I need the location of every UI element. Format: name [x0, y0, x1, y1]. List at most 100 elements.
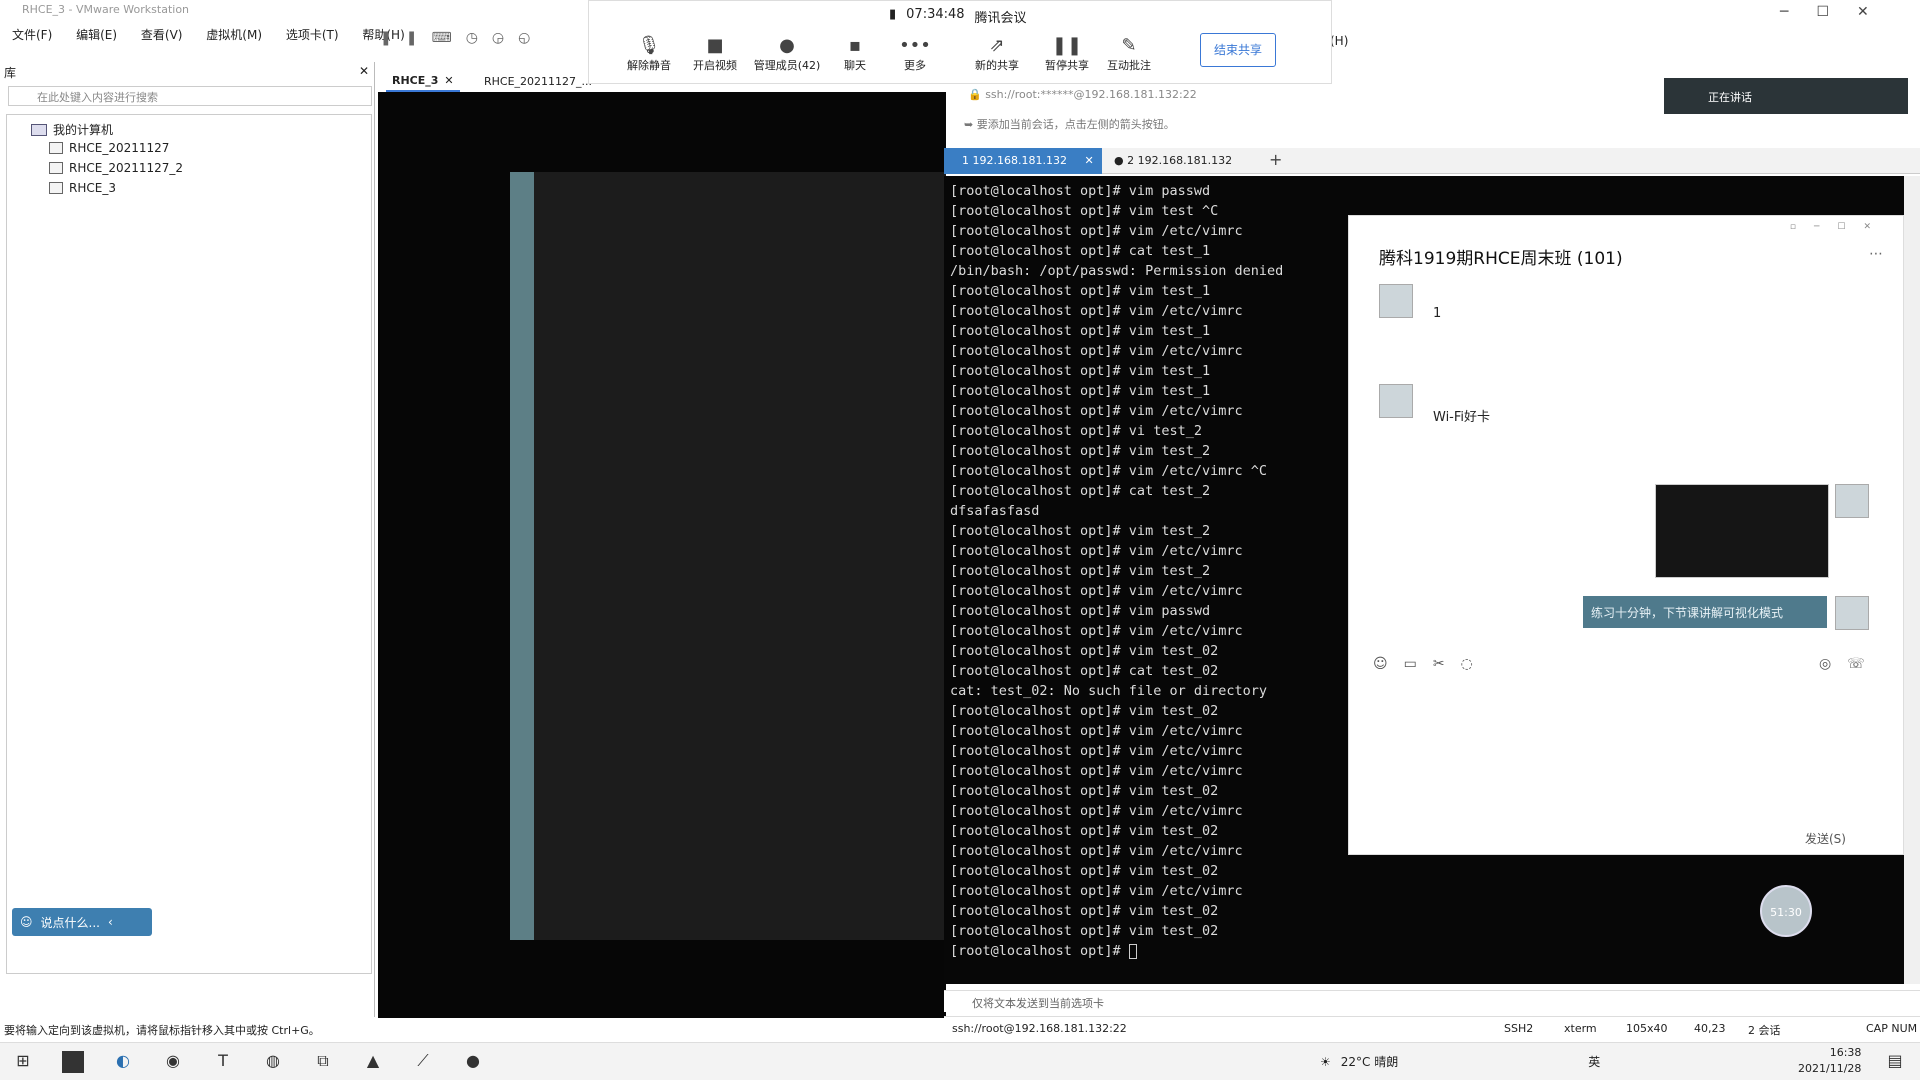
library-header: 库 ✕ — [0, 64, 375, 82]
compose-bar[interactable]: 仅将文本发送到当前选项卡 — [944, 990, 1920, 1012]
add-tab-icon[interactable]: + — [1269, 150, 1282, 169]
tree-root[interactable]: 我的计算机 — [31, 121, 113, 138]
folder-icon[interactable]: ▭ — [1404, 656, 1433, 672]
meeting-app-name: 腾讯会议 — [974, 11, 1027, 26]
pause-share-button[interactable]: ❚❚ 暂停共享 — [1037, 35, 1097, 73]
timer-badge[interactable]: 51:30 — [1760, 885, 1812, 937]
snapshot-icon[interactable]: ◷ — [466, 30, 492, 46]
send-button[interactable]: 发送(S) — [1805, 830, 1846, 847]
tab-rhce-3[interactable]: RHCE_3 ✕ — [386, 70, 460, 92]
revert-snapshot-icon[interactable]: ◶ — [492, 30, 518, 46]
library-tree: 我的计算机 RHCE_20211127 RHCE_20211127_2 RHCE… — [6, 114, 372, 974]
computer-icon — [31, 123, 47, 136]
microphone-icon: 🎙 — [637, 35, 661, 56]
tab-rhce-20211127[interactable]: RHCE_20211127_... — [478, 70, 598, 92]
phone-icon[interactable]: ☏ — [1847, 656, 1881, 672]
chat-message: 1 — [1433, 306, 1442, 321]
session-tab-1[interactable]: 1 192.168.181.132 ✕ — [944, 148, 1102, 174]
scissors-icon[interactable]: ✂ — [1433, 656, 1461, 672]
tab-label: RHCE_3 — [392, 73, 439, 87]
clock-date: 2021/11/28 — [1798, 1062, 1862, 1075]
close-icon[interactable]: ✕ — [1857, 4, 1897, 20]
photos-icon[interactable]: ▲ — [362, 1051, 384, 1073]
chat-image[interactable] — [1655, 484, 1829, 578]
minimize-icon[interactable]: ─ — [1780, 4, 1816, 20]
chat-window-controls[interactable]: ▫─☐✕ — [1790, 222, 1889, 232]
tab-close-icon[interactable]: ✕ — [444, 74, 453, 87]
camera-icon[interactable]: ◎ — [1819, 656, 1847, 672]
pause-icon: ❚❚ — [1051, 35, 1083, 56]
pause-vm-icon[interactable]: ❚❚ — [380, 30, 431, 46]
more-button[interactable]: ••• 更多 — [885, 35, 945, 73]
window-controls[interactable]: ─☐✕ — [1780, 4, 1897, 20]
tab-label: RHCE_20211127_... — [484, 74, 593, 88]
say-something-button[interactable]: ☺ 说点什么... ‹ — [12, 908, 152, 936]
menu-help-extra[interactable]: (H) — [1330, 34, 1348, 48]
tree-item[interactable]: RHCE_20211127_2 — [49, 161, 183, 175]
library-close-icon[interactable]: ✕ — [359, 64, 369, 78]
end-share-button[interactable]: 结束共享 — [1200, 33, 1276, 67]
hint-text: 要添加当前会话，点击左侧的箭头按钮。 — [976, 118, 1175, 131]
vm-screen — [510, 172, 946, 940]
menu-view[interactable]: 查看(V) — [141, 26, 183, 43]
menu-vm[interactable]: 虚拟机(M) — [206, 26, 262, 43]
avatar — [1379, 384, 1413, 418]
terminal-line: [root@localhost opt]# vim /etc/vimrc — [950, 883, 1243, 899]
menu-edit[interactable]: 编辑(E) — [76, 26, 117, 43]
status-size: 105x40 — [1626, 1022, 1668, 1035]
meeting-time: 07:34:48 — [906, 7, 965, 22]
vm-screen-sidebar — [510, 172, 534, 940]
menu-file[interactable]: 文件(F) — [12, 26, 52, 43]
meeting-icon[interactable]: ● — [462, 1051, 484, 1073]
more-icon: ••• — [899, 35, 931, 56]
menu-tabs[interactable]: 选项卡(T) — [286, 26, 339, 43]
terminal-line: [root@localhost opt]# vim test_02 — [950, 923, 1219, 939]
vmware-icon[interactable]: ⧉ — [312, 1051, 334, 1073]
session-tab-label: 1 192.168.181.132 — [962, 154, 1067, 167]
app-icon[interactable] — [62, 1051, 84, 1073]
manage-members-button[interactable]: ● 管理成员(42) — [751, 35, 823, 73]
vm-icon — [49, 142, 63, 154]
annotate-label: 互动批注 — [1107, 59, 1151, 72]
lock-icon: 🔒 — [968, 88, 982, 101]
edge-icon[interactable]: ◐ — [112, 1051, 134, 1073]
app-icon[interactable]: ◍ — [262, 1051, 284, 1073]
start-video-button[interactable]: ■ 开启视频 — [685, 35, 745, 73]
tree-root-label: 我的计算机 — [53, 123, 114, 137]
chat-label: 聊天 — [844, 59, 866, 72]
library-search-input[interactable]: 在此处键入内容进行搜索 — [8, 86, 372, 106]
taskbar-clock[interactable]: 16:38 2021/11/28 — [1798, 1045, 1861, 1077]
status-caps: CAP NUM — [1866, 1022, 1918, 1035]
status-address: ssh://root@192.168.181.132:22 — [952, 1022, 1127, 1035]
notification-icon[interactable]: ▤ — [1884, 1051, 1906, 1073]
emoji-icon[interactable]: ☺ — [1373, 656, 1404, 672]
unmute-label: 解除静音 — [627, 59, 671, 72]
chat-button[interactable]: ▪ 聊天 — [825, 35, 885, 73]
xshell-icon[interactable]: ⟋ — [412, 1051, 434, 1073]
snapshot-manager-icon[interactable]: ◵ — [518, 30, 544, 46]
session-tab-2[interactable]: ● 2 192.168.181.132 — [1114, 154, 1232, 167]
send-keys-icon[interactable]: ⌨ — [431, 30, 465, 46]
terminal-scrollbar[interactable] — [1904, 176, 1920, 984]
weather-text[interactable]: 22°C 晴朗 — [1341, 1053, 1398, 1070]
xshell-hint-bar: ➥ 要添加当前会话，点击左侧的箭头按钮。 — [948, 116, 1920, 138]
new-share-button[interactable]: ⇗ 新的共享 — [967, 35, 1027, 73]
chrome-icon[interactable]: ◉ — [162, 1051, 184, 1073]
start-icon[interactable]: ⊞ — [12, 1051, 34, 1073]
maximize-icon[interactable]: ☐ — [1816, 4, 1857, 20]
terminal-line: [root@localhost opt]# — [950, 941, 1904, 961]
typora-icon[interactable]: T — [212, 1051, 234, 1073]
xshell-address-bar[interactable]: 🔒 ssh://root:******@192.168.181.132:22 — [948, 88, 1920, 110]
ime-indicator[interactable]: 英 — [1588, 1053, 1600, 1070]
chat-more-icon[interactable]: ⋯ — [1869, 246, 1883, 262]
tree-item[interactable]: RHCE_20211127 — [49, 141, 169, 155]
bubble-icon[interactable]: ◌ — [1461, 656, 1489, 672]
camera-icon: ■ — [706, 35, 724, 56]
unmute-button[interactable]: 🎙 解除静音 — [619, 35, 679, 73]
system-tray: ☀ 22°C 晴朗 英 — [1320, 1053, 1600, 1070]
avatar — [1379, 284, 1413, 318]
chat-title: 腾科1919期RHCE周末班 (101) — [1379, 249, 1623, 269]
annotate-button[interactable]: ✎ 互动批注 — [1099, 35, 1159, 73]
tab-close-icon[interactable]: ✕ — [1084, 154, 1093, 167]
tree-item[interactable]: RHCE_3 — [49, 181, 116, 195]
